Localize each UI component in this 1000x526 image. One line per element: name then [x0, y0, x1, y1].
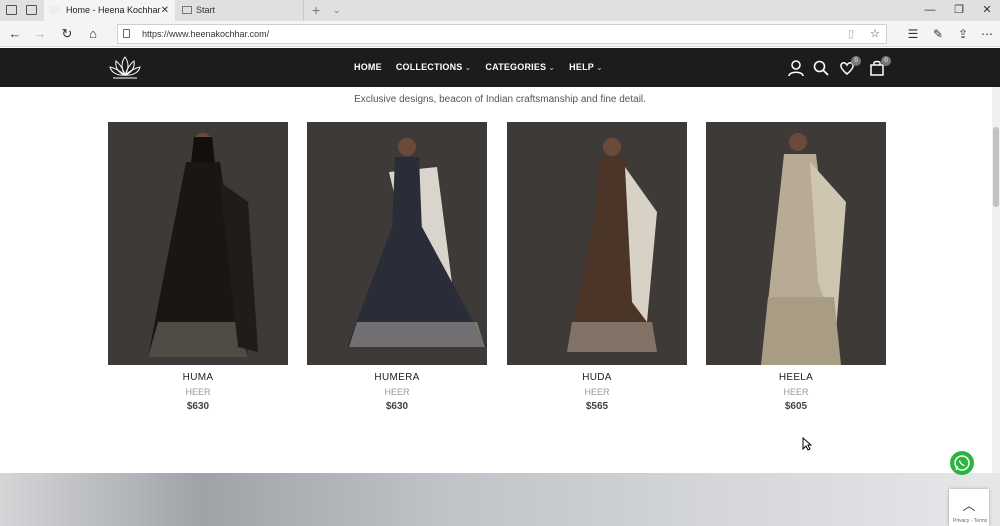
- share-icon[interactable]: ⇪: [954, 25, 972, 43]
- product-price: $630: [186, 401, 210, 412]
- product-card[interactable]: HUMA HEER $630: [108, 122, 288, 412]
- product-image[interactable]: [307, 122, 487, 365]
- product-price: $630: [385, 401, 409, 412]
- more-menu-icon[interactable]: ⋯: [978, 25, 996, 43]
- wishlist-button[interactable]: 0: [838, 56, 861, 77]
- menu-categories-label: CATEGORIES: [485, 62, 547, 72]
- tab-home-heena-kochhar[interactable]: Home - Heena Kochhar ✕: [44, 0, 175, 21]
- product-price: $605: [784, 401, 808, 412]
- address-url[interactable]: https://www.heenakochhar.com/: [142, 25, 269, 43]
- forward-icon[interactable]: →: [31, 25, 49, 43]
- model-figure-icon: [567, 138, 657, 352]
- restore-icon[interactable]: ❐: [944, 0, 974, 21]
- product-name[interactable]: HUDA: [507, 372, 687, 383]
- product-image[interactable]: [507, 122, 687, 365]
- product-card[interactable]: HEELA HEER $605: [706, 122, 886, 412]
- product-name[interactable]: HEELA: [706, 372, 886, 383]
- wishlist-count-badge: 0: [851, 56, 861, 66]
- lotus-logo-icon[interactable]: [108, 53, 142, 81]
- start-page-icon: [182, 6, 192, 14]
- refresh-icon[interactable]: ↻: [58, 25, 76, 43]
- tab-set-aside-icon[interactable]: [6, 5, 17, 15]
- product-price: $565: [585, 401, 609, 412]
- minimize-icon[interactable]: —: [915, 0, 945, 21]
- tab-list-chevron-icon[interactable]: ⌄: [333, 0, 341, 21]
- back-icon[interactable]: ←: [6, 25, 24, 43]
- product-name[interactable]: HUMA: [108, 372, 288, 383]
- address-bar[interactable]: https://www.heenakochhar.com/ ▯ ☆: [117, 24, 887, 44]
- menu-collections-label: COLLECTIONS: [395, 62, 463, 72]
- browser-nav-bar: ← → ↻ ⌂ https://www.heenakochhar.com/ ▯ …: [0, 21, 1000, 47]
- browser-tab-bar: Home - Heena Kochhar ✕ Start + ⌄ — ❐ ✕: [0, 0, 1000, 21]
- site-favicon-icon: [50, 6, 60, 14]
- lock-icon: [123, 29, 130, 38]
- favorites-hub-icon[interactable]: ☰: [904, 25, 922, 43]
- product-image[interactable]: [108, 122, 288, 365]
- product-card[interactable]: HUMERA HEER $630: [307, 122, 487, 412]
- reading-view-icon[interactable]: ▯: [848, 25, 854, 43]
- menu-home-label: HOME: [354, 62, 382, 72]
- product-collection: HEER: [384, 387, 410, 397]
- back-to-top-button[interactable]: ︿ Privacy - Terms: [949, 489, 989, 526]
- web-note-icon[interactable]: ✎: [929, 25, 947, 43]
- model-figure-icon: [761, 133, 846, 365]
- page-scrollbar[interactable]: [992, 87, 1000, 473]
- home-icon[interactable]: ⌂: [84, 25, 102, 43]
- cart-count-badge: 0: [881, 56, 891, 66]
- window-close-icon[interactable]: ✕: [972, 0, 1000, 21]
- chevron-down-icon: ⌄: [595, 63, 603, 72]
- product-collection: HEER: [783, 387, 809, 397]
- chevron-down-icon: ⌄: [548, 63, 556, 72]
- main-menu: HOME COLLECTIONS ⌄ CATEGORIES ⌄ HELP ⌄: [354, 48, 617, 87]
- product-collection: HEER: [584, 387, 610, 397]
- account-icon[interactable]: [787, 59, 805, 77]
- menu-home[interactable]: HOME: [354, 48, 382, 87]
- search-icon[interactable]: [812, 59, 830, 77]
- tab-start[interactable]: Start: [176, 0, 304, 21]
- tab-title: Home - Heena Kochhar: [66, 5, 161, 15]
- model-figure-icon: [347, 138, 487, 347]
- whatsapp-button[interactable]: [950, 451, 974, 475]
- chevron-down-icon: ⌄: [464, 63, 472, 72]
- whatsapp-icon: [954, 455, 970, 471]
- tab-preview-icon[interactable]: [26, 5, 37, 15]
- favorite-star-icon[interactable]: ☆: [870, 25, 880, 43]
- recaptcha-terms[interactable]: Privacy - Terms: [953, 518, 987, 524]
- product-name[interactable]: HUMERA: [307, 372, 487, 383]
- cart-button[interactable]: 0: [868, 56, 891, 77]
- hero-banner: [0, 473, 1000, 526]
- site-header: HOME COLLECTIONS ⌄ CATEGORIES ⌄ HELP ⌄ 0 0: [0, 48, 1000, 87]
- product-image[interactable]: [706, 122, 886, 365]
- chevron-up-icon: ︿: [962, 498, 976, 513]
- tab-title: Start: [196, 5, 216, 15]
- scrollbar-thumb[interactable]: [993, 127, 999, 207]
- menu-help-label: HELP: [569, 62, 594, 72]
- new-tab-icon[interactable]: +: [312, 0, 320, 21]
- section-tagline: Exclusive designs, beacon of Indian craf…: [354, 94, 646, 105]
- model-figure-icon: [148, 133, 258, 357]
- menu-help[interactable]: HELP ⌄: [569, 48, 603, 87]
- menu-collections[interactable]: COLLECTIONS ⌄: [396, 48, 472, 87]
- product-collection: HEER: [185, 387, 211, 397]
- menu-categories[interactable]: CATEGORIES ⌄: [485, 48, 555, 87]
- tab-close-icon[interactable]: ✕: [161, 0, 169, 21]
- product-card[interactable]: HUDA HEER $565: [507, 122, 687, 412]
- mouse-cursor-icon: [802, 437, 812, 451]
